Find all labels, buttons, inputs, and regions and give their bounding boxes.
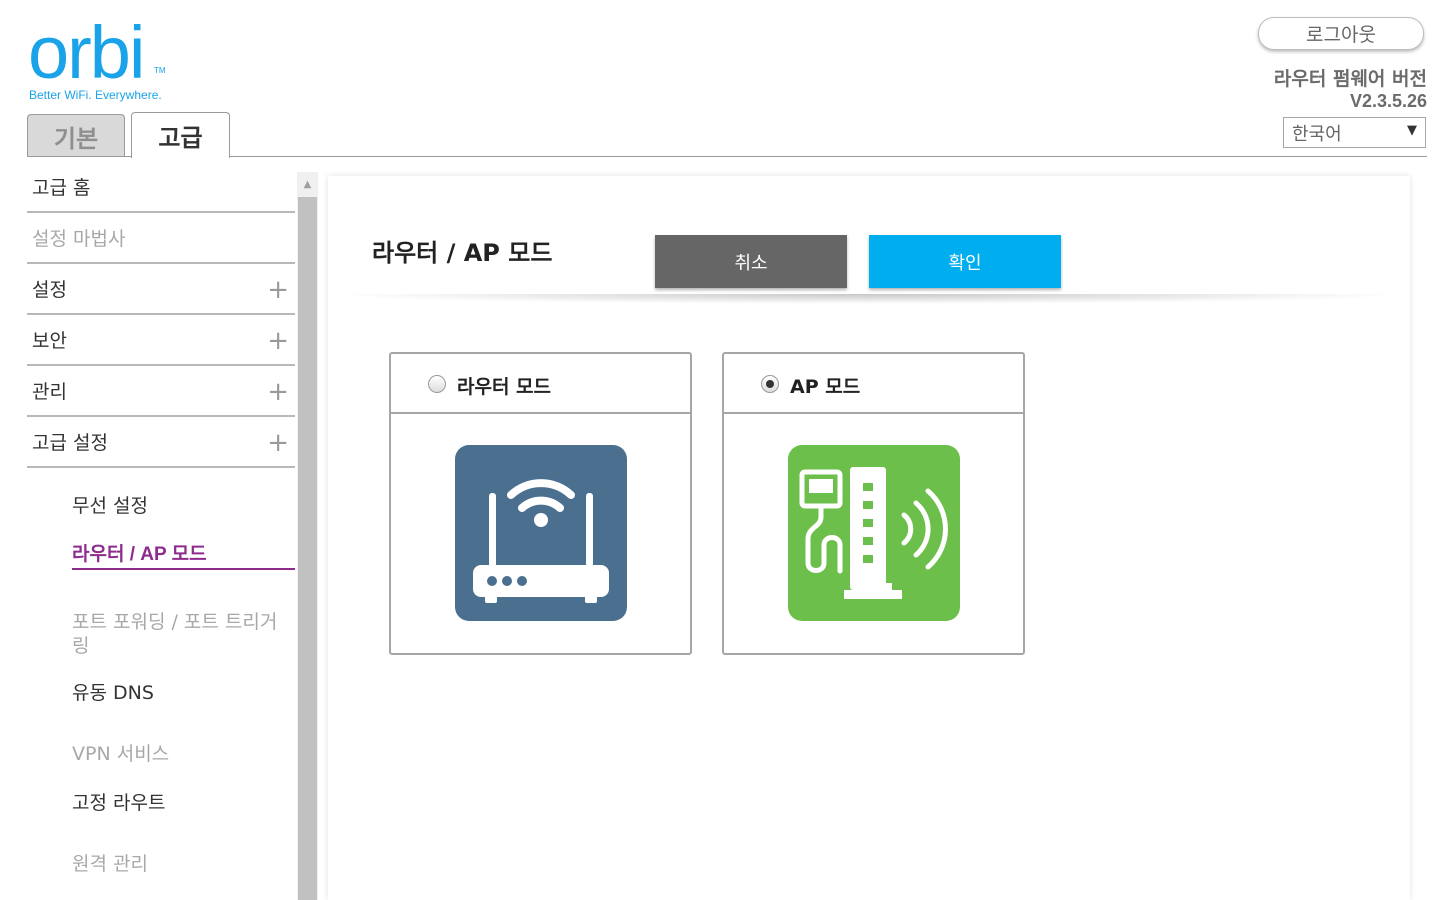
tab-advanced[interactable]: 고급	[131, 112, 230, 158]
scroll-up-arrow-icon[interactable]: ▲	[297, 172, 318, 196]
firmware-version: V2.3.5.26	[1349, 91, 1427, 111]
submenu-static-routes[interactable]: 고정 라우트	[72, 791, 287, 815]
ap-mode-radio[interactable]	[761, 375, 779, 393]
sidebar-item-label: 관리	[32, 381, 67, 403]
cancel-button[interactable]: 취소	[655, 235, 847, 288]
ap-mode-card[interactable]: AP 모드	[722, 352, 1025, 655]
sidebar-item-advanced-setup[interactable]: 고급 설정 +	[27, 417, 295, 468]
sidebar-item-label: 보안	[32, 330, 67, 352]
language-select[interactable]: 한국어 ▼	[1283, 117, 1426, 148]
access-point-icon[interactable]	[788, 445, 960, 621]
router-icon[interactable]	[455, 445, 627, 621]
tab-active-gap	[132, 155, 229, 158]
router-mode-card[interactable]: 라우터 모드	[389, 352, 692, 655]
router-mode-radio[interactable]	[428, 375, 446, 393]
dropdown-arrow-icon: ▼	[1407, 123, 1417, 138]
sidebar-item-setup[interactable]: 설정 +	[27, 264, 295, 315]
expand-plus-icon[interactable]: +	[267, 428, 289, 458]
submenu-wireless-settings[interactable]: 무선 설정	[72, 494, 287, 518]
tab-basic[interactable]: 기본	[27, 114, 125, 157]
header-divider-shadow	[328, 294, 1410, 304]
tab-divider	[27, 156, 1427, 157]
submenu-remote-management[interactable]: 원격 관리	[72, 852, 287, 876]
sidebar-item-advanced-home[interactable]: 고급 홈	[27, 162, 295, 213]
logo-trademark: TM	[154, 66, 166, 75]
router-mode-header: 라우터 모드	[391, 354, 690, 414]
expand-plus-icon[interactable]: +	[267, 275, 289, 305]
language-selected-value: 한국어	[1292, 123, 1342, 145]
sidebar-item-label: 설정	[32, 279, 67, 301]
sidebar-item-label: 고급 홈	[32, 177, 91, 199]
sidebar-item-label: 고급 설정	[32, 432, 108, 454]
page-title: 라우터 / AP 모드	[372, 239, 553, 267]
ap-mode-header: AP 모드	[724, 354, 1023, 414]
ap-mode-label: AP 모드	[790, 376, 861, 398]
sidebar-item-administration[interactable]: 관리 +	[27, 366, 295, 417]
submenu-port-forwarding[interactable]: 포트 포워딩 / 포트 트리거링	[72, 610, 287, 658]
sidebar-item-setup-wizard[interactable]: 설정 마법사	[27, 213, 295, 264]
logo-text: orbi	[28, 11, 145, 94]
logout-button[interactable]: 로그아웃	[1258, 17, 1424, 50]
scrollbar-thumb[interactable]	[298, 197, 317, 900]
expand-plus-icon[interactable]: +	[267, 377, 289, 407]
router-mode-label: 라우터 모드	[457, 376, 552, 398]
expand-plus-icon[interactable]: +	[267, 326, 289, 356]
submenu-dynamic-dns[interactable]: 유동 DNS	[72, 681, 287, 705]
apply-button[interactable]: 확인	[869, 235, 1061, 288]
sidebar-menu: 고급 홈 설정 마법사 설정 + 보안 + 관리 + 고급 설정 +	[27, 162, 295, 468]
submenu-router-ap-mode[interactable]: 라우터 / AP 모드	[72, 543, 287, 567]
logo-tagline: Better WiFi. Everywhere.	[29, 88, 162, 102]
sidebar-item-security[interactable]: 보안 +	[27, 315, 295, 366]
sidebar-item-label: 설정 마법사	[32, 228, 126, 250]
firmware-label: 라우터 펌웨어 버전	[1273, 68, 1427, 90]
active-submenu-underline	[72, 568, 295, 570]
submenu-vpn-service[interactable]: VPN 서비스	[72, 742, 287, 766]
